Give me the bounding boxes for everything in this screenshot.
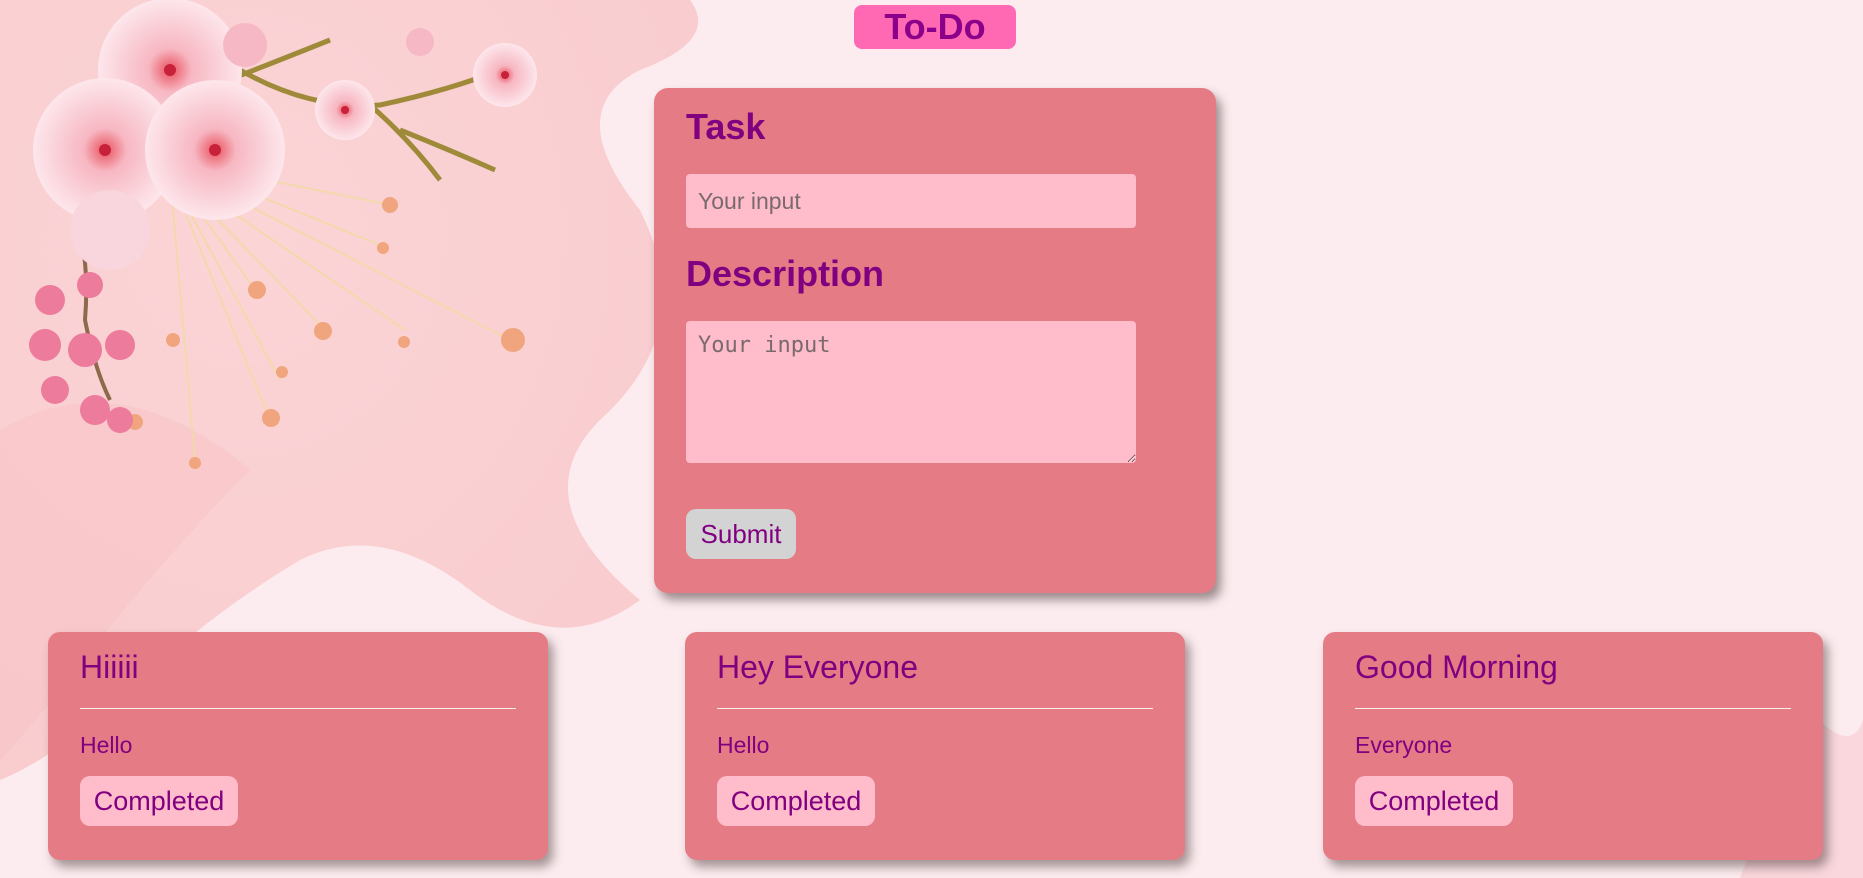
task-description: Hello bbox=[717, 732, 770, 758]
card-divider bbox=[80, 708, 516, 709]
task-card: Hey Everyone Hello Completed bbox=[685, 632, 1185, 860]
task-card: Hiiiii Hello Completed bbox=[48, 632, 548, 860]
app-title: To-Do bbox=[854, 5, 1016, 49]
task-card: Good Morning Everyone Completed bbox=[1323, 632, 1823, 860]
completed-button[interactable]: Completed bbox=[80, 776, 238, 826]
description-input[interactable] bbox=[686, 321, 1136, 463]
card-divider bbox=[717, 708, 1153, 709]
card-divider bbox=[1355, 708, 1791, 709]
task-label: Task bbox=[686, 106, 766, 147]
task-input[interactable] bbox=[686, 174, 1136, 228]
completed-button[interactable]: Completed bbox=[717, 776, 875, 826]
task-description: Everyone bbox=[1355, 732, 1453, 758]
task-title: Hey Everyone bbox=[717, 649, 918, 685]
description-label: Description bbox=[686, 253, 885, 294]
completed-button[interactable]: Completed bbox=[1355, 776, 1513, 826]
submit-button[interactable]: Submit bbox=[686, 509, 796, 559]
task-form: Task Description Submit bbox=[654, 88, 1216, 593]
task-title: Good Morning bbox=[1355, 649, 1558, 685]
task-title: Hiiiii bbox=[80, 649, 139, 685]
task-description: Hello bbox=[80, 732, 133, 758]
